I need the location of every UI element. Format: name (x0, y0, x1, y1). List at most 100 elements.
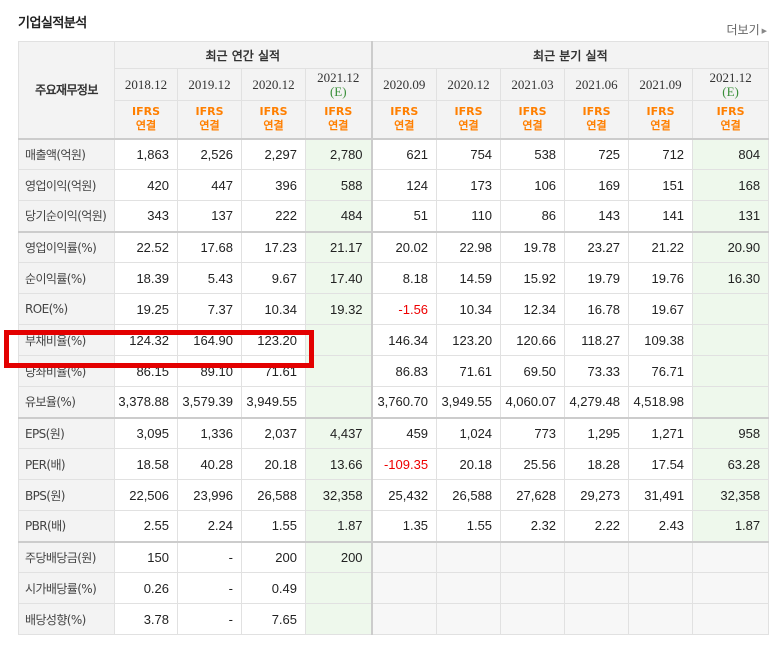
ifrs-label: IFRS (324, 105, 353, 119)
table-cell: 538 (500, 137, 566, 170)
table-cell: 20.18 (241, 448, 306, 480)
period-label: 2021.12 (317, 69, 360, 85)
table-cell: 124 (370, 169, 438, 201)
table-cell: 168 (692, 169, 770, 201)
row-label: PBR(배) (18, 510, 115, 542)
row-label: ROE(%) (18, 293, 115, 325)
table-cell: 2.24 (177, 510, 242, 542)
table-cell: 131 (692, 200, 770, 232)
ifrs-label: IFRS (646, 105, 675, 119)
table-cell (500, 603, 566, 635)
table-cell: 3,095 (114, 416, 178, 449)
table-row: 매출액(억원) 1,863 2,526 2,297 2,780 621 754 538 725 7… (18, 137, 770, 170)
table-cell: 25,432 (370, 479, 438, 511)
table-cell: 15.92 (500, 262, 566, 294)
table-cell: 754 (436, 137, 502, 170)
consolidated-label: 연결 (650, 119, 671, 133)
more-link-label: 더보기 (726, 23, 760, 37)
table-cell: 7.65 (241, 603, 306, 635)
table-cell: 3,949.55 (436, 386, 502, 418)
period-header: 2021.06 (564, 68, 630, 101)
table-cell: 4,437 (304, 416, 373, 449)
table-cell (692, 572, 770, 604)
table-cell: 118.27 (564, 324, 630, 356)
table-cell (304, 324, 373, 356)
table-row: 주당배당금(원) 150-200 200 (18, 540, 770, 573)
table-cell: 109.38 (628, 324, 694, 356)
table-cell: 621 (370, 137, 438, 170)
table-cell: 1,024 (436, 416, 502, 449)
estimate-marker: (E) (722, 83, 739, 99)
more-link[interactable]: 더보기 ▶ (726, 21, 767, 38)
table-cell (692, 386, 770, 418)
consolidated-label: 연결 (263, 119, 284, 133)
table-cell (628, 572, 694, 604)
period-header: 2020.12 (241, 68, 306, 101)
table-cell: 69.50 (500, 355, 566, 387)
table-cell: 459 (370, 416, 438, 449)
table-cell: - (177, 572, 242, 604)
table-cell: 396 (241, 169, 306, 201)
table-row: 영업이익률(%) 22.52 17.68 17.23 21.17 20.02 22.98 19… (18, 230, 770, 263)
table-corner-label: 주요재무정보 (18, 41, 115, 139)
row-label: 시가배당률(%) (18, 572, 115, 604)
table-cell: 1,271 (628, 416, 694, 449)
table-cell (692, 603, 770, 635)
consolidated-label: 연결 (522, 119, 543, 133)
table-cell: 150 (114, 540, 178, 573)
period-header: 2018.12 (114, 68, 178, 101)
row-label: 영업이익(억원) (18, 169, 115, 201)
table-cell: 16.78 (564, 293, 630, 325)
table-cell: 17.23 (241, 230, 306, 263)
period-label: 2021.06 (575, 76, 618, 92)
table-cell: 169 (564, 169, 630, 201)
table-cell: 73.33 (564, 355, 630, 387)
period-header: 2021.09 (628, 68, 694, 101)
ifrs-consolidated-label: IFRS 연결 (114, 100, 178, 139)
table-cell (370, 572, 438, 604)
table-cell (692, 540, 770, 573)
table-cell: 20.90 (692, 230, 770, 263)
table-cell: 1,336 (177, 416, 242, 449)
table-cell: 19.25 (114, 293, 178, 325)
row-label: 매출액(억원) (18, 137, 115, 170)
table-cell: 26,588 (436, 479, 502, 511)
table-cell (500, 572, 566, 604)
table-cell: 1.55 (241, 510, 306, 542)
table-cell: 71.61 (436, 355, 502, 387)
period-header: 2021.12 (E) (304, 68, 373, 101)
table-cell: 804 (692, 137, 770, 170)
ifrs-consolidated-label: IFRS 연결 (692, 100, 770, 139)
table-cell (304, 386, 373, 418)
table-cell: 12.34 (500, 293, 566, 325)
table-cell: 123.20 (436, 324, 502, 356)
row-label: BPS(원) (18, 479, 115, 511)
table-cell: 2,526 (177, 137, 242, 170)
table-cell: 343 (114, 200, 178, 232)
table-row: PBR(배) 2.55 2.24 1.55 1.87 1.35 1.55 2.32 2.22 2.… (18, 510, 770, 542)
table-cell: 1.35 (370, 510, 438, 542)
table-cell: 20.02 (370, 230, 438, 263)
table-cell: 120.66 (500, 324, 566, 356)
table-cell: 19.78 (500, 230, 566, 263)
table-cell: 18.39 (114, 262, 178, 294)
period-label: 2021.09 (639, 76, 682, 92)
row-label: PER(배) (18, 448, 115, 480)
ifrs-label: IFRS (716, 105, 745, 119)
table-cell: 23.27 (564, 230, 630, 263)
table-cell (436, 603, 502, 635)
ifrs-consolidated-label: IFRS 연결 (436, 100, 502, 139)
ifrs-consolidated-label: IFRS 연결 (500, 100, 566, 139)
ifrs-label: IFRS (582, 105, 611, 119)
table-row: EPS(원) 3,095 1,336 2,037 4,437 459 1,024 773 1,2… (18, 416, 770, 449)
ifrs-label: IFRS (132, 105, 160, 119)
table-cell: 17.68 (177, 230, 242, 263)
table-cell: 7.37 (177, 293, 242, 325)
quarter-group-header: 최근 분기 실적 (370, 41, 770, 69)
table-cell: 3,579.39 (177, 386, 242, 418)
period-label: 2020.09 (383, 76, 426, 92)
table-cell: 40.28 (177, 448, 242, 480)
table-cell: 447 (177, 169, 242, 201)
table-cell: 76.71 (628, 355, 694, 387)
table-row: 유보율(%) 3,378.88 3,579.39 3,949.55 3,760.70 3,… (18, 386, 770, 418)
